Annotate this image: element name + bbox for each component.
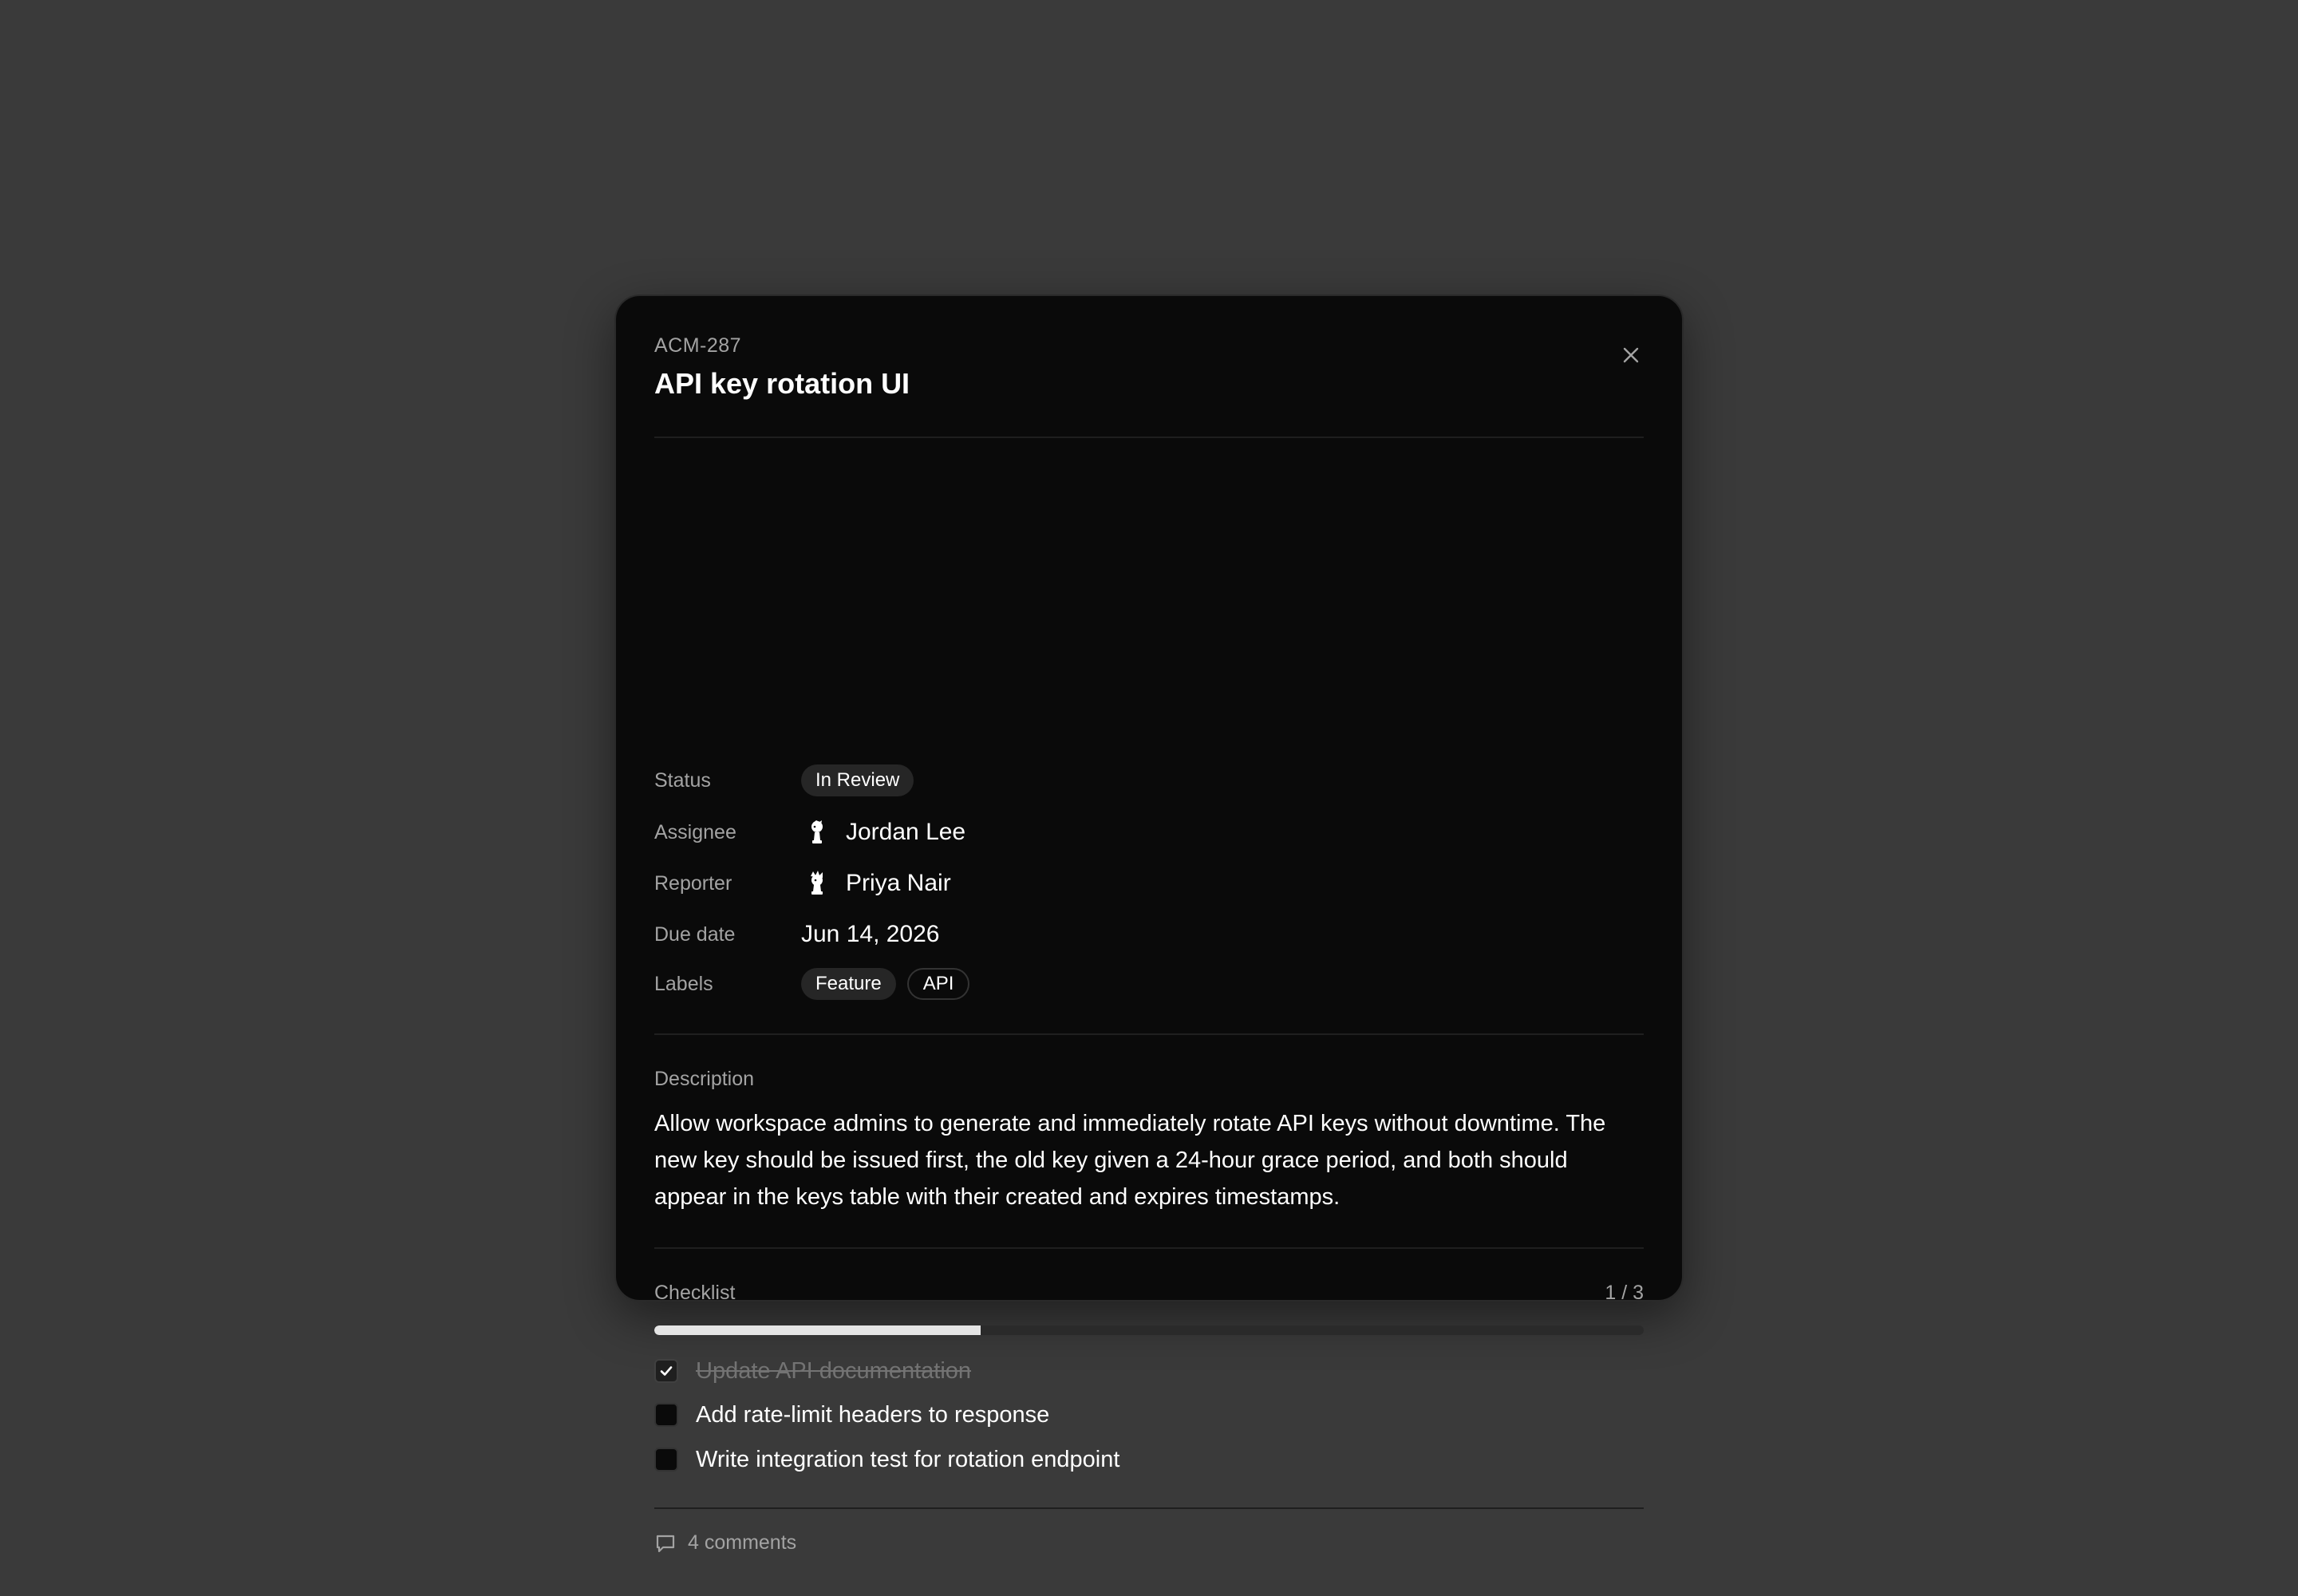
fields-divider (654, 1033, 1644, 1035)
close-icon (1623, 347, 1639, 363)
comments-count: 4 comments (688, 1531, 797, 1554)
labels-row: Labels Feature API (654, 966, 1644, 1001)
assignee-label: Assignee (654, 820, 736, 843)
description-text[interactable]: Allow workspace admins to generate and i… (654, 1105, 1644, 1215)
check-icon (660, 1366, 673, 1376)
description-label: Description (654, 1068, 755, 1090)
checklist-item-text: Write integration test for rotation endp… (696, 1446, 1120, 1472)
issue-detail-modal: ACM-287 API key rotation UI Status In Re… (614, 294, 1684, 1554)
labels-label: Labels (654, 972, 713, 995)
assignee-row: Assignee Jordan Lee (654, 815, 1644, 850)
description-divider (654, 1247, 1644, 1249)
issue-title: API key rotation UI (654, 367, 910, 400)
avatar-icon (801, 816, 833, 848)
reporter-name: Priya Nair (846, 870, 951, 896)
comment-icon (656, 1535, 675, 1552)
comments-link[interactable]: 4 comments (654, 1531, 796, 1555)
due-date-label: Due date (654, 922, 736, 946)
status-row: Status In Review (654, 763, 1644, 798)
reporter-label: Reporter (654, 871, 732, 895)
status-label: Status (654, 768, 711, 792)
checklist-item-text: Add rate-limit headers to response (696, 1401, 1050, 1428)
checkbox[interactable] (654, 1448, 678, 1472)
checklist-item: Add rate-limit headers to response (654, 1396, 1644, 1434)
assignee-value[interactable]: Jordan Lee (801, 816, 965, 848)
checklist-progress-fill (654, 1325, 981, 1335)
checkbox[interactable] (654, 1359, 678, 1383)
checklist-item: Update API documentation (654, 1352, 1644, 1390)
checklist-count: 1 / 3 (1605, 1282, 1644, 1304)
avatar-icon (801, 867, 833, 899)
issue-key: ACM-287 (654, 334, 742, 357)
due-date-value[interactable]: Jun 14, 2026 (801, 921, 939, 948)
label-tag[interactable]: Feature (801, 968, 896, 1000)
due-date-row: Due date Jun 14, 2026 (654, 917, 1644, 952)
reporter-value[interactable]: Priya Nair (801, 867, 951, 899)
label-tag[interactable]: API (906, 968, 970, 1000)
checkbox[interactable] (654, 1403, 678, 1427)
checklist-item-text: Update API documentation (696, 1357, 972, 1384)
checklist-label: Checklist (654, 1282, 736, 1304)
checklist-item: Write integration test for rotation endp… (654, 1440, 1644, 1479)
checklist-progress-bar (654, 1325, 1644, 1335)
reporter-row: Reporter Priya Nair (654, 866, 1644, 901)
status-badge[interactable]: In Review (801, 764, 914, 796)
header-divider (654, 437, 1644, 438)
close-button[interactable] (1612, 336, 1650, 374)
assignee-name: Jordan Lee (846, 819, 966, 845)
checklist-divider (654, 1507, 1644, 1509)
